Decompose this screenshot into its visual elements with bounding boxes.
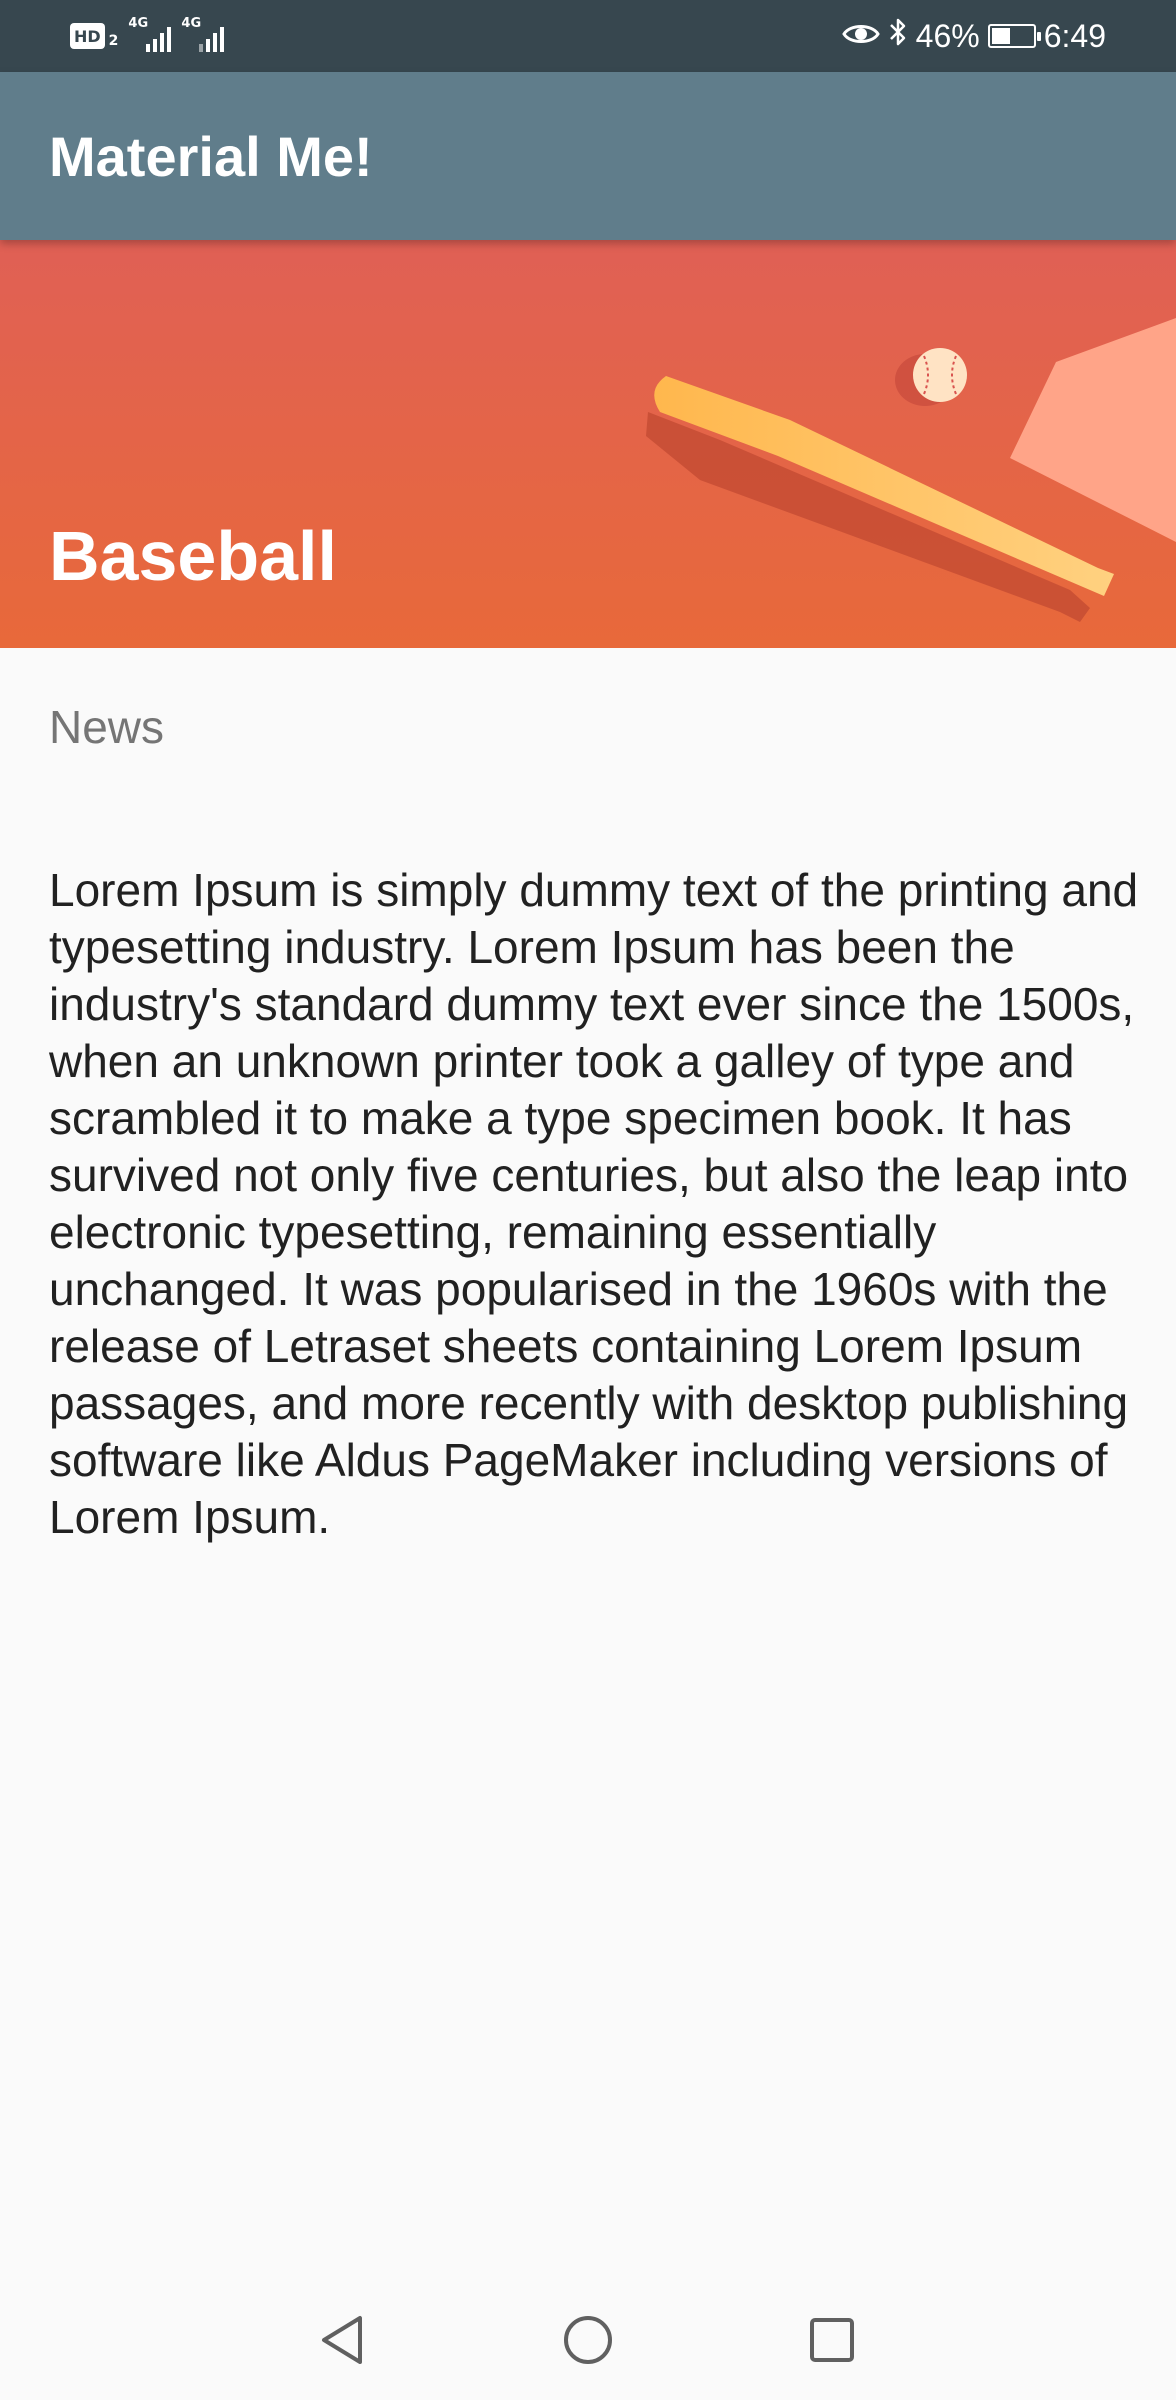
- recents-square-icon: [810, 2318, 854, 2362]
- network-type-label: 4G: [128, 16, 149, 31]
- battery-level: [991, 28, 1011, 44]
- signal-strength-icon: 4G: [128, 16, 172, 52]
- app-bar: Material Me!: [0, 72, 1176, 240]
- back-triangle-icon: [322, 2316, 362, 2364]
- sport-title: Baseball: [49, 517, 337, 595]
- hd-sim-number: 2: [108, 33, 119, 49]
- status-right-icons: 46% 6:49: [841, 12, 1106, 60]
- signal-strength-icon-2: 4G: [181, 16, 225, 52]
- system-navigation-bar: [0, 2280, 1176, 2400]
- battery-icon: [987, 24, 1041, 48]
- status-left-icons: HD 2 4G 4G: [70, 16, 225, 56]
- sport-detail-text: Lorem Ipsum is simply dummy text of the …: [49, 864, 1139, 1543]
- network-type-label-2: 4G: [181, 16, 202, 31]
- home-button[interactable]: [556, 2308, 620, 2372]
- baseball-shape: [913, 348, 967, 402]
- eye-comfort-icon: [841, 18, 880, 55]
- home-circle-icon: [564, 2316, 612, 2364]
- battery-percent: 46%: [915, 17, 980, 54]
- hd-voice-icon: HD: [70, 23, 105, 49]
- status-bar: HD 2 4G 4G 46% 6:49: [0, 0, 1176, 72]
- back-button[interactable]: [310, 2308, 374, 2372]
- app-title: Material Me!: [49, 125, 373, 188]
- sport-header-image: Baseball: [0, 240, 1176, 648]
- recents-button[interactable]: [800, 2308, 864, 2372]
- sport-subtitle: News: [49, 701, 165, 753]
- clock: 6:49: [1043, 17, 1106, 54]
- bluetooth-icon: [888, 16, 908, 56]
